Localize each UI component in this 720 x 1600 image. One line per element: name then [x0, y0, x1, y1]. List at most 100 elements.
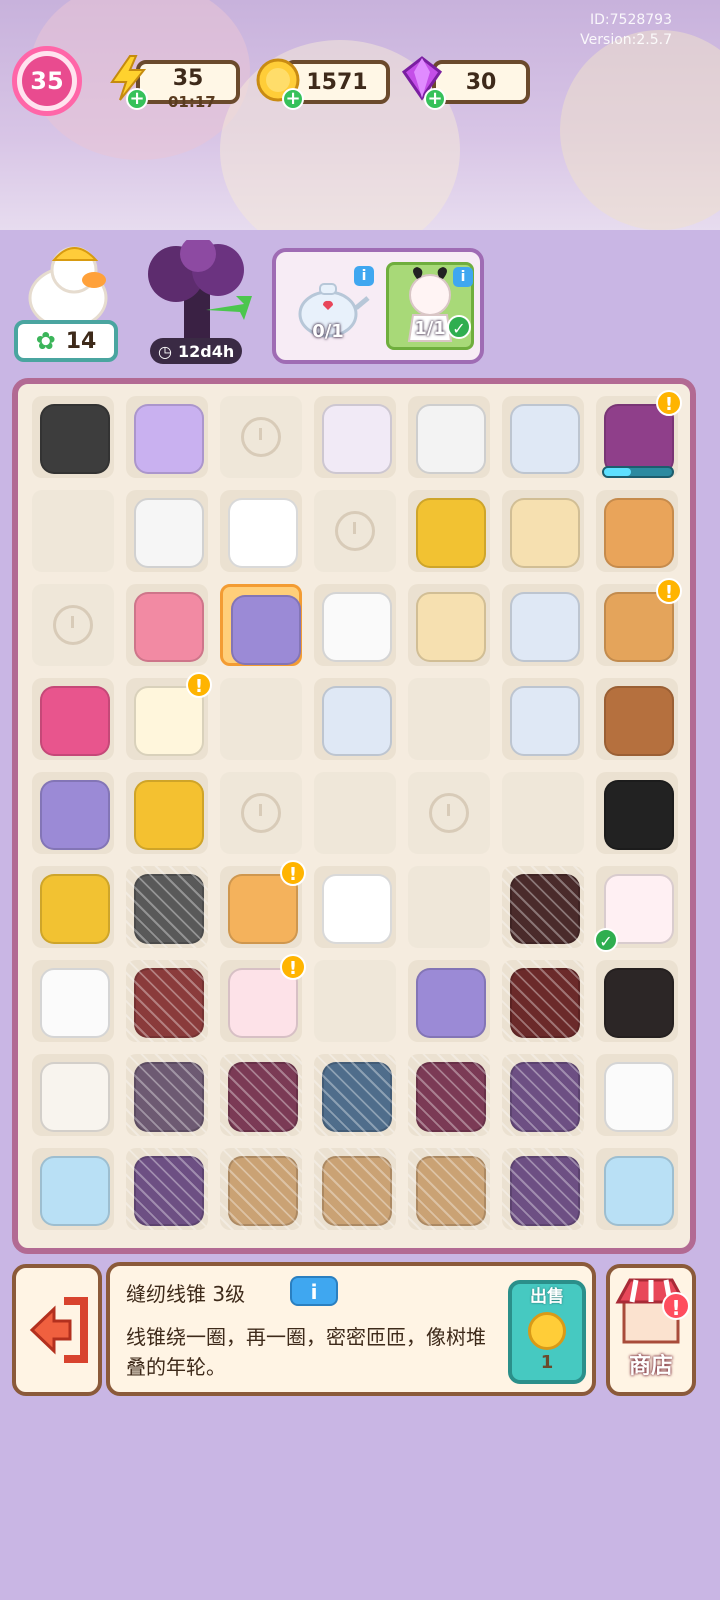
board-cell-empty[interactable] — [314, 960, 396, 1042]
board-cell-empty[interactable] — [502, 772, 584, 854]
board-cell-gravy-boat[interactable] — [502, 584, 584, 666]
board-cell-lace-bow[interactable] — [408, 396, 490, 478]
board-cell-clock[interactable] — [220, 772, 302, 854]
fruit-tart-icon — [510, 498, 580, 568]
board-cell-empty[interactable] — [32, 490, 114, 572]
board-cell-lace-doily[interactable] — [126, 490, 208, 572]
board-cell-coin[interactable] — [126, 772, 208, 854]
board-cell-bunny-apron[interactable] — [32, 960, 114, 1042]
board-cell-blue-dress[interactable] — [596, 1148, 678, 1230]
level-number: 35 — [22, 56, 72, 106]
lace-bow-icon — [416, 404, 486, 474]
clock-icon — [241, 793, 281, 833]
board-cell-gravy-boat[interactable] — [314, 678, 396, 760]
gem-counter[interactable]: 30 — [432, 60, 530, 104]
board-cell-flamingo[interactable] — [408, 1054, 490, 1136]
board-cell-box[interactable] — [408, 1148, 490, 1230]
board-cell-empty[interactable] — [314, 772, 396, 854]
pancakes-icon — [604, 498, 674, 568]
order-teapot[interactable]: 0/1 i — [284, 262, 374, 350]
event-tree[interactable]: ◷ 12d4h — [136, 236, 256, 368]
item-name: 缝纫线锥 3级 — [126, 1282, 246, 1306]
add-coin-icon[interactable]: + — [282, 88, 304, 110]
board-cell-strawberry-cake[interactable]: ! — [220, 954, 306, 1042]
board-cell-sewing-machine[interactable] — [126, 396, 208, 478]
board-cell-flamingo[interactable] — [220, 1054, 302, 1136]
exit-button[interactable] — [12, 1264, 102, 1396]
board-cell-frog[interactable] — [314, 1054, 396, 1136]
board-cell-gravy-boat[interactable] — [502, 396, 584, 478]
board-cell-empty[interactable] — [408, 678, 490, 760]
board-cell-pancakes[interactable] — [596, 490, 678, 572]
cobweb-overlay — [126, 866, 208, 948]
board-cell-ribbon-roll[interactable] — [126, 584, 208, 666]
cobweb-overlay — [502, 866, 584, 948]
board-cell-shoes[interactable] — [32, 396, 114, 478]
board-cell-thread-spool[interactable] — [408, 960, 490, 1042]
board-cell-layer-cake[interactable]: ! — [126, 672, 212, 760]
board-cell-thread-spool[interactable] — [32, 772, 114, 854]
board-cell-chess-knight[interactable] — [502, 960, 584, 1042]
board-cell-microwave[interactable]: ! — [596, 390, 682, 478]
board-cell-alice-doll[interactable]: ✓ — [594, 866, 678, 952]
board-cell-fruit-tart[interactable] — [502, 490, 584, 572]
board-cell-pincushion[interactable] — [32, 678, 114, 760]
production-progress-bar — [602, 466, 674, 478]
cobweb-overlay — [408, 1054, 490, 1136]
board-cell-gravy-boat[interactable] — [502, 678, 584, 760]
order-alice-doll[interactable]: 1/1 i ✓ — [386, 262, 474, 350]
board-cell-pie-slice[interactable]: ! — [596, 578, 682, 666]
board-cell-clock[interactable] — [408, 772, 490, 854]
helper-duck[interactable]: ✿ 14 — [14, 240, 118, 364]
coin-value: 1571 — [306, 69, 368, 95]
helper-count-badge: ✿ 14 — [14, 320, 118, 362]
item-info-panel: 缝纫线锥 3级 i 线锥绕一圈，再一圈，密密匝匝，像树堆叠的年轮。 出售 1 — [106, 1262, 596, 1396]
board-cell-clock[interactable] — [314, 490, 396, 572]
board-cell-cup[interactable] — [220, 490, 302, 572]
gravy-boat-icon — [510, 686, 580, 756]
version-info: ID:7528793 Version:2.5.7 — [580, 12, 672, 48]
cobweb-overlay — [220, 1054, 302, 1136]
info-icon[interactable]: i — [453, 267, 473, 287]
board-cell-bunny-ears[interactable] — [596, 772, 678, 854]
board-cell-ice-cream[interactable] — [596, 678, 678, 760]
board-cell-bush[interactable] — [502, 1148, 584, 1230]
board-cell-fruit-tart[interactable] — [408, 584, 490, 666]
ice-cream-icon — [604, 686, 674, 756]
board-cell-cookie[interactable] — [596, 960, 678, 1042]
board-cell-chess-warrior[interactable] — [126, 960, 208, 1042]
cobweb-overlay — [220, 1148, 302, 1230]
board-cell-dodo[interactable] — [126, 1054, 208, 1136]
board-cell-clock[interactable] — [32, 584, 114, 666]
board-cell-empty[interactable] — [220, 678, 302, 760]
board-cell-bush[interactable] — [502, 1054, 584, 1136]
board-cell-cup[interactable] — [314, 866, 396, 948]
lace-doily-icon — [134, 498, 204, 568]
board-cell-clock[interactable] — [220, 396, 302, 478]
board-cell-empty[interactable] — [408, 866, 490, 948]
info-icon[interactable]: i — [354, 266, 374, 286]
exclamation-icon: ! — [656, 578, 682, 604]
board-cell-bunny-apron[interactable] — [596, 1054, 678, 1136]
exclamation-icon: ! — [656, 390, 682, 416]
board-cell-cup-empty[interactable] — [314, 584, 396, 666]
board-cell-tea-table[interactable] — [314, 396, 396, 478]
board-cell-thread-spool[interactable] — [220, 584, 302, 666]
board-cell-coin-pile[interactable] — [408, 490, 490, 572]
player-level-badge[interactable]: 35 — [12, 46, 82, 116]
board-cell-sponge-cake[interactable]: ! — [220, 860, 306, 948]
sell-button[interactable]: 出售 1 — [508, 1280, 586, 1384]
add-energy-icon[interactable]: + — [126, 88, 148, 110]
board-cell-playing-cards[interactable] — [32, 1054, 114, 1136]
shop-button[interactable]: 商店 ! — [606, 1264, 696, 1396]
board-cell-blue-dress[interactable] — [32, 1148, 114, 1230]
board-cell-coins[interactable] — [32, 866, 114, 948]
add-gem-icon[interactable]: + — [424, 88, 446, 110]
item-info-button[interactable]: i — [290, 1276, 338, 1306]
board-cell-gear-ring[interactable] — [502, 866, 584, 948]
board-cell-chess-figure[interactable] — [126, 866, 208, 948]
board-cell-bush[interactable] — [126, 1148, 208, 1230]
board-cell-box[interactable] — [314, 1148, 396, 1230]
cobweb-overlay — [314, 1054, 396, 1136]
board-cell-box[interactable] — [220, 1148, 302, 1230]
